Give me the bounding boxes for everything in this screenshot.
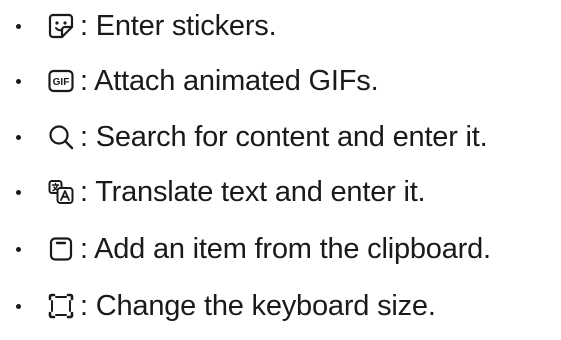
keyboard-size-icon — [46, 291, 76, 321]
bullet — [16, 190, 21, 195]
bullet — [16, 79, 21, 84]
item-text: : Enter stickers. — [80, 10, 277, 42]
item-text: : Add an item from the clipboard. — [80, 233, 491, 265]
bullet — [16, 135, 21, 140]
item-text: : Change the keyboard size. — [80, 290, 436, 322]
bullet — [16, 304, 21, 309]
translate-icon — [46, 177, 76, 207]
item-text: : Search for content and enter it. — [80, 121, 488, 153]
sticker-icon — [46, 11, 76, 41]
feature-list: : Enter stickers. GIF : Attach animated … — [0, 0, 561, 340]
clipboard-icon — [46, 234, 76, 264]
item-text: : Translate text and enter it. — [80, 176, 426, 208]
bullet — [16, 247, 21, 252]
gif-icon: GIF — [46, 66, 76, 96]
search-icon — [46, 122, 76, 152]
item-text: : Attach animated GIFs. — [80, 65, 379, 97]
gif-icon-label: GIF — [53, 77, 70, 88]
bullet — [16, 24, 21, 29]
